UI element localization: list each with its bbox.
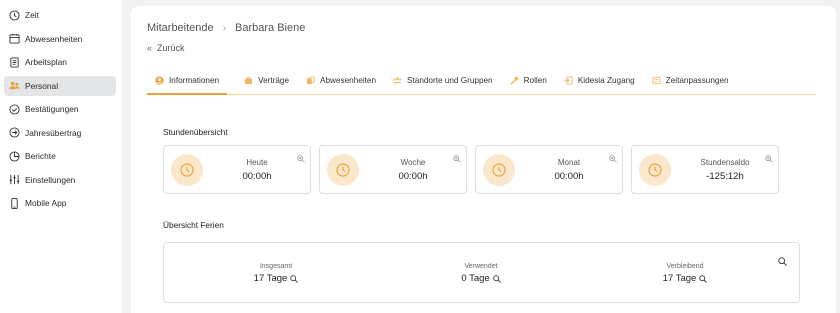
tab-bar: Informationen Verträge Abwesenheiten Sta… — [147, 70, 816, 95]
pie-chart-icon — [9, 150, 20, 162]
tab-vertraege[interactable]: Verträge — [244, 70, 289, 95]
breadcrumb: Mitarbeitende › Barbara Biene — [147, 22, 305, 34]
holiday-label: Verbleibend — [666, 263, 704, 270]
group-icon — [393, 76, 402, 85]
sidebar-item-bestaetigungen[interactable]: Bestätigungen — [4, 99, 116, 119]
tab-label: Verträge — [258, 76, 290, 85]
sidebar-item-label: Zeit — [25, 10, 39, 20]
back-link[interactable]: « Zurück — [147, 43, 185, 53]
sidebar-item-einstellungen[interactable]: Einstellungen — [4, 170, 116, 190]
holiday-remaining: Verbleibend 17 Tage — [615, 263, 755, 284]
sidebar-item-label: Berichte — [25, 151, 56, 161]
stat-value: 00:00h — [242, 171, 272, 182]
holiday-used: Verwendet 0 Tage — [411, 263, 551, 284]
tab-rollen[interactable]: Rollen — [510, 70, 547, 95]
sidebar-item-label: Personal — [25, 80, 59, 91]
breadcrumb-current: Barbara Biene — [235, 22, 306, 34]
holiday-overview: Insgesamt 17 Tage Verwendet 0 Tage Verbl… — [163, 242, 800, 303]
copy-icon — [306, 76, 315, 85]
stat-value: 00:00h — [554, 171, 584, 182]
login-icon — [564, 76, 573, 85]
key-icon — [510, 76, 519, 85]
sidebar-item-label: Bestätigungen — [25, 104, 79, 114]
search-icon[interactable] — [492, 274, 501, 283]
holiday-label: Verwendet — [464, 263, 498, 270]
double-chevron-left-icon: « — [147, 43, 152, 53]
stat-label: Heute — [246, 158, 268, 167]
tab-informationen[interactable]: Informationen — [147, 70, 228, 95]
arrow-circle-icon — [9, 127, 20, 138]
calendar-icon — [9, 33, 20, 44]
sidebar-item-jahresuebertrag[interactable]: Jahresübertrag — [4, 123, 116, 143]
tab-label: Zeitanpassungen — [665, 76, 729, 85]
tab-abwesenheiten[interactable]: Abwesenheiten — [306, 70, 376, 95]
holiday-value: 17 Tage — [662, 273, 697, 284]
stat-label: Woche — [400, 158, 426, 167]
user-circle-icon — [155, 76, 164, 85]
search-icon[interactable] — [699, 274, 708, 283]
sidebar-item-label: Abwesenheiten — [25, 33, 83, 44]
mobile-icon — [9, 197, 20, 209]
holiday-total: Insgesamt 17 Tage — [206, 263, 346, 284]
stat-label: Stundensaldo — [700, 158, 750, 167]
zoom-icon[interactable] — [609, 150, 617, 163]
search-icon[interactable] — [290, 274, 299, 283]
briefcase-icon — [244, 76, 253, 85]
stat-value: -125:12h — [706, 171, 744, 182]
tab-standorte-und-gruppen[interactable]: Standorte und Gruppen — [393, 70, 493, 95]
clock-icon — [639, 154, 671, 186]
clock-icon — [327, 154, 359, 186]
tab-kidesia-zugang[interactable]: Kidesia Zugang — [564, 70, 635, 95]
sliders-icon — [9, 174, 20, 185]
tab-zeitanpassungen[interactable]: Zeitanpassungen — [652, 70, 729, 95]
sidebar-item-mobile-app[interactable]: Mobile App — [4, 193, 116, 213]
sidebar-item-label: Arbeitsplan — [25, 57, 67, 67]
holiday-value: 0 Tage — [461, 273, 490, 284]
stat-label: Monat — [557, 158, 581, 167]
sidebar-item-arbeitsplan[interactable]: Arbeitsplan — [4, 52, 116, 72]
tab-label: Standorte und Gruppen — [407, 76, 493, 85]
back-label: Zurück — [157, 43, 185, 53]
stat-card-heute: Heute 00:00h — [163, 145, 311, 194]
section-title-stundenuebersicht: Stundenübersicht — [163, 127, 228, 137]
stat-value: 00:00h — [398, 171, 428, 182]
clock-icon — [171, 154, 203, 186]
sidebar-item-label: Jahresübertrag — [25, 127, 82, 138]
breadcrumb-separator: › — [222, 22, 226, 34]
stat-card-stundensaldo: Stundensaldo -125:12h — [631, 145, 779, 194]
adjust-icon — [652, 76, 661, 85]
tab-label: Kidesia Zugang — [577, 76, 635, 85]
document-icon — [9, 56, 20, 68]
zoom-icon[interactable] — [453, 150, 461, 163]
zoom-icon[interactable] — [297, 150, 305, 163]
section-title-uebersicht-ferien: Übersicht Ferien — [163, 220, 224, 230]
holiday-label: Insgesamt — [259, 263, 293, 270]
check-circle-icon — [9, 103, 20, 115]
sidebar-item-abwesenheiten[interactable]: Abwesenheiten — [4, 29, 116, 49]
search-icon[interactable] — [778, 253, 787, 266]
breadcrumb-parent-link[interactable]: Mitarbeitende — [147, 22, 214, 34]
sidebar: Zeit Abwesenheiten Arbeitsplan Personal … — [0, 0, 122, 313]
sidebar-item-personal[interactable]: Personal — [4, 75, 116, 96]
sidebar-item-zeit[interactable]: Zeit — [4, 5, 116, 25]
tab-label: Informationen — [169, 76, 220, 85]
zoom-icon[interactable] — [765, 150, 773, 163]
clock-icon — [9, 9, 20, 21]
stat-card-monat: Monat 00:00h — [475, 145, 623, 194]
main-panel: Mitarbeitende › Barbara Biene « Zurück I… — [131, 6, 836, 313]
stat-card-woche: Woche 00:00h — [319, 145, 467, 194]
sidebar-item-label: Mobile App — [25, 198, 67, 208]
sidebar-item-label: Einstellungen — [25, 174, 76, 185]
sidebar-item-berichte[interactable]: Berichte — [4, 146, 116, 166]
tab-label: Rollen — [523, 76, 547, 85]
clock-icon — [483, 154, 515, 186]
users-icon — [9, 80, 20, 91]
holiday-value: 17 Tage — [253, 273, 288, 284]
tab-label: Abwesenheiten — [320, 76, 377, 85]
